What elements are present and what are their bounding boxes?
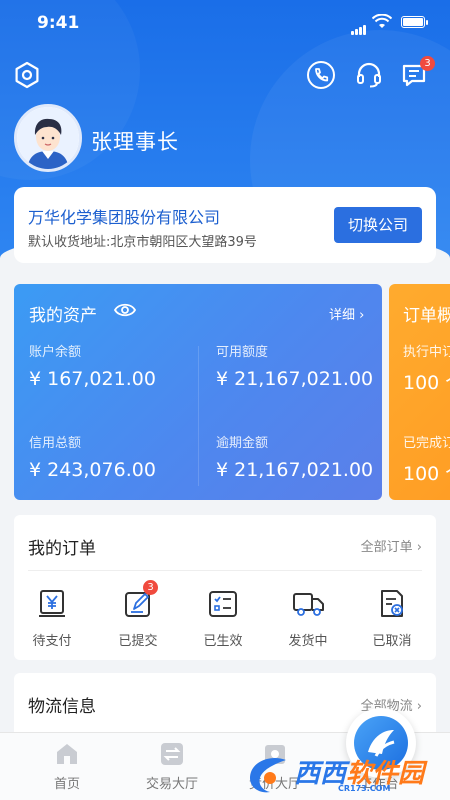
user-name: 张理事长 <box>91 130 179 154</box>
asset-label: 逾期金额 <box>216 436 269 451</box>
order-status-label: 待支付 <box>32 634 72 649</box>
settings-hexagon-icon[interactable] <box>12 60 42 90</box>
all-orders-label: 全部订单 <box>360 540 413 555</box>
wifi-icon <box>372 14 392 28</box>
phone-icon[interactable] <box>306 60 336 90</box>
order-status-label: 已提交 <box>118 634 158 649</box>
order-status-label: 已取消 <box>372 634 412 649</box>
tab-label: 交易大厅 <box>145 777 198 792</box>
message-badge: 3 <box>420 56 435 71</box>
headset-icon[interactable] <box>354 60 384 90</box>
watermark-logo-icon <box>250 758 286 793</box>
order-overview-value: 100 个 <box>403 463 450 485</box>
order-status-submitted[interactable]: 3 已提交 <box>106 580 170 649</box>
watermark: 西西软件园 CR173.COM <box>246 752 424 796</box>
chevron-right-icon: › <box>416 699 422 714</box>
company-card: 万华化学集团股份有限公司 默认收货地址:北京市朝阳区大望路39号 切换公司 <box>14 187 436 263</box>
my-orders-card: 我的订单 全部订单 › 待支付 3 已提交 已生效 发货中 已取消 <box>14 515 436 660</box>
asset-label: 可用额度 <box>216 345 269 360</box>
order-overview-title: 订单概 <box>403 306 450 326</box>
cancelled-document-icon <box>376 588 408 620</box>
order-status-cancelled[interactable]: 已取消 <box>360 588 424 649</box>
order-overview-value: 100 个 <box>403 372 450 394</box>
order-overview-label: 已完成订 <box>403 436 450 451</box>
asset-card: 我的资产 详细 › 账户余额 ¥ 167,021.00 可用额度 ¥ 21,16… <box>14 284 382 500</box>
eye-icon[interactable] <box>114 302 136 318</box>
logistics-title: 物流信息 <box>28 697 96 717</box>
tab-label: 首页 <box>53 777 80 792</box>
order-status-label: 发货中 <box>288 634 328 649</box>
switch-company-button[interactable]: 切换公司 <box>334 207 422 243</box>
submitted-badge: 3 <box>143 580 158 595</box>
chevron-right-icon: › <box>359 308 365 323</box>
truck-icon <box>292 588 324 620</box>
message-icon[interactable]: 3 <box>399 56 435 90</box>
all-orders-link[interactable]: 全部订单 › <box>361 536 422 555</box>
status-time: 9:41 <box>37 13 80 33</box>
watermark-sub: CR173.COM <box>338 784 391 793</box>
battery-icon <box>401 16 428 28</box>
yen-card-icon <box>36 588 68 620</box>
tab-trading-hall[interactable]: 交易大厅 <box>127 741 217 792</box>
checklist-icon <box>207 588 239 620</box>
signal-icon <box>351 16 367 35</box>
chevron-right-icon: › <box>416 540 422 555</box>
tab-home[interactable]: 首页 <box>22 741 112 792</box>
delivery-address: 默认收货地址:北京市朝阳区大望路39号 <box>28 235 257 250</box>
exchange-icon <box>159 741 185 767</box>
order-overview-label: 执行中订 <box>403 345 450 360</box>
my-orders-title: 我的订单 <box>28 539 96 559</box>
company-name: 万华化学集团股份有限公司 <box>28 208 221 227</box>
asset-detail-label: 详细 <box>329 308 356 323</box>
asset-value: ¥ 21,167,021.00 <box>216 459 374 481</box>
asset-value: ¥ 243,076.00 <box>29 459 156 481</box>
order-status-label: 已生效 <box>203 634 243 649</box>
asset-detail-link[interactable]: 详细 › <box>329 304 364 323</box>
home-icon <box>54 741 80 767</box>
asset-title: 我的资产 <box>29 306 97 326</box>
status-bar: 9:41 <box>0 0 450 46</box>
asset-value: ¥ 167,021.00 <box>29 368 156 390</box>
asset-label: 账户余额 <box>29 345 82 360</box>
asset-value: ¥ 21,167,021.00 <box>216 368 374 390</box>
asset-label: 信用总额 <box>29 436 82 451</box>
order-overview-card[interactable]: 订单概 执行中订 100 个 已完成订 100 个 <box>389 284 450 500</box>
avatar[interactable] <box>14 104 82 172</box>
order-status-pending-payment[interactable]: 待支付 <box>20 588 84 649</box>
order-status-effective[interactable]: 已生效 <box>191 588 255 649</box>
order-status-shipping[interactable]: 发货中 <box>276 588 340 649</box>
edit-document-icon: 3 <box>122 580 158 620</box>
